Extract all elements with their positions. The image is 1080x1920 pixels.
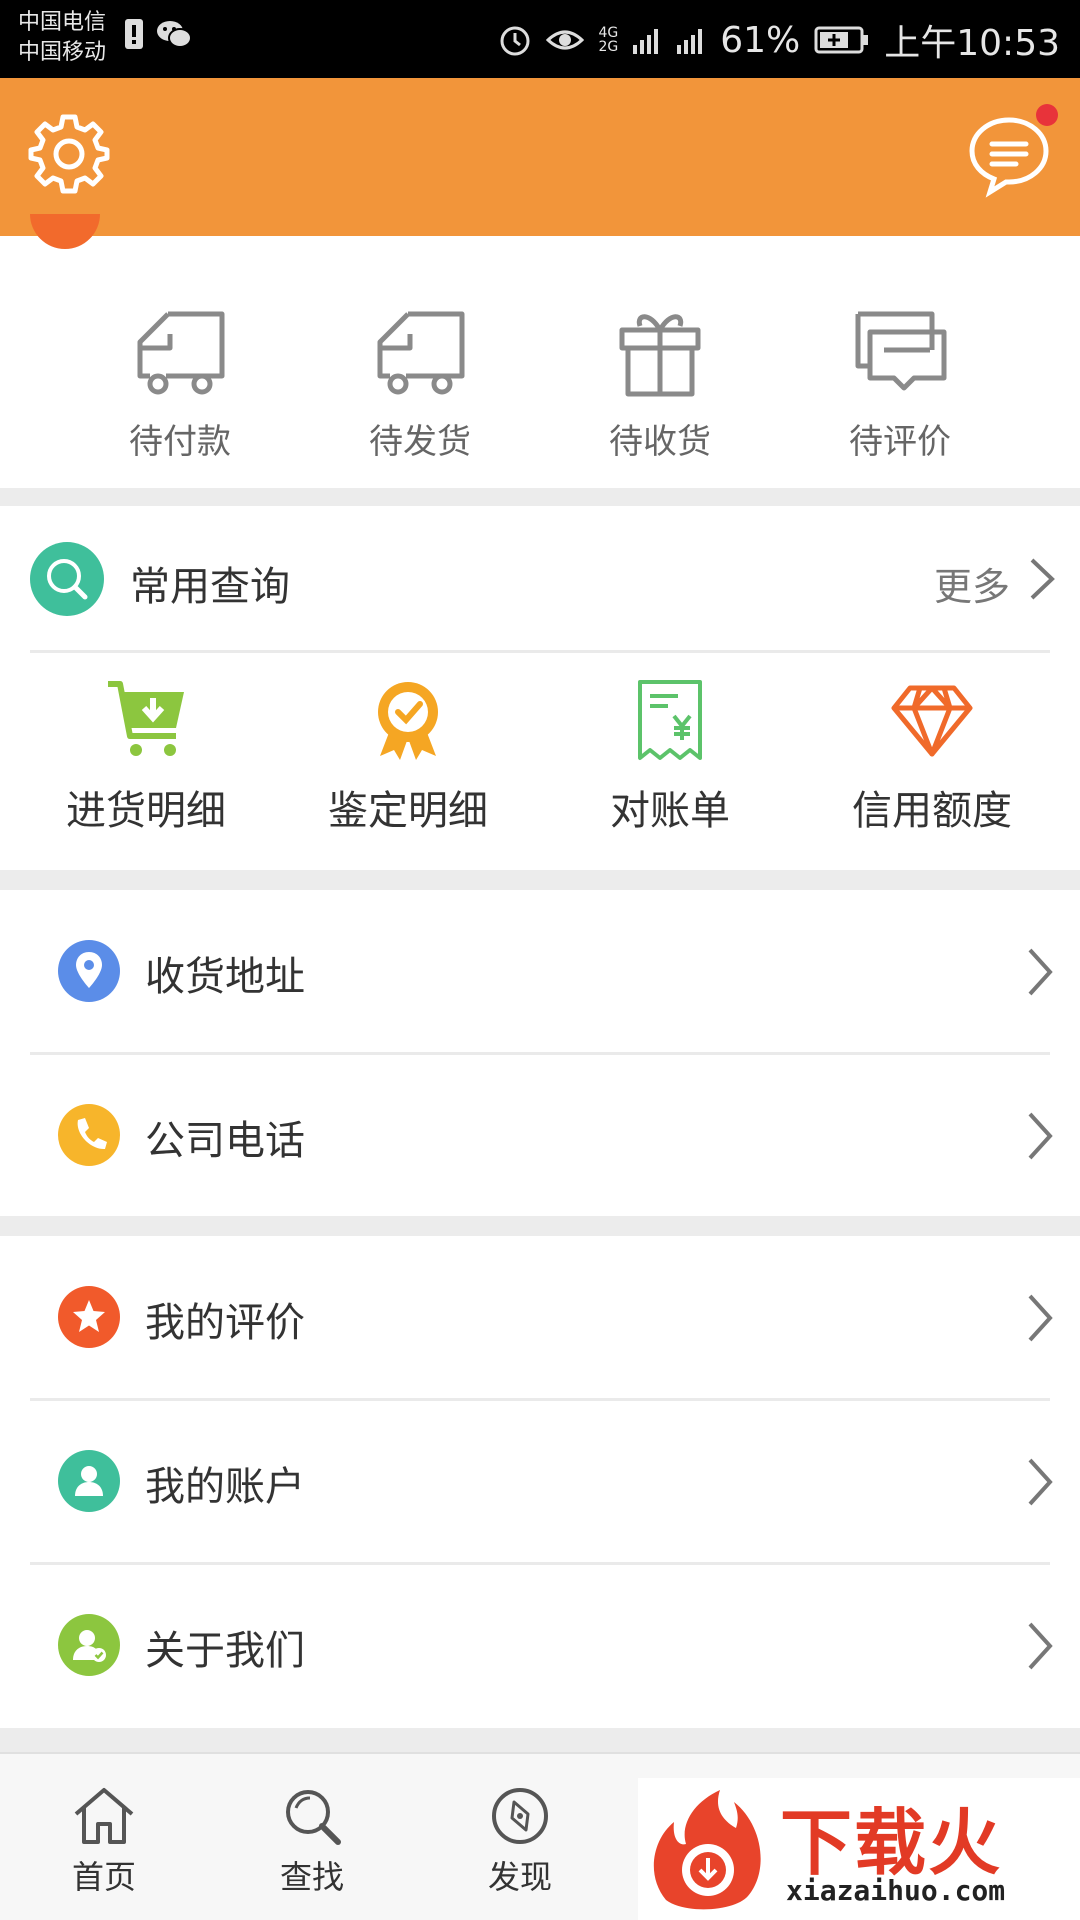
query-credit-limit[interactable]: 信用额度 [801,678,1063,836]
chevron-right-icon [1028,1458,1053,1506]
search-icon [47,559,88,600]
notification-icons [124,18,192,50]
order-label: 待发货 [369,422,471,462]
search-badge [30,542,104,616]
list-item-label: 我的评价 [145,1300,305,1346]
chevron-right-icon [1028,1294,1053,1342]
order-label: 待收货 [609,422,711,462]
network-type: 4G 2G [598,26,618,54]
list-item-about-us[interactable]: 关于我们 [0,1564,1080,1726]
nav-label: 首页 [71,1858,136,1896]
list-item-address[interactable]: 收货地址 [0,890,1080,1052]
nav-search[interactable]: 查找 [252,1784,372,1898]
common-queries-card: 常用查询 更多 进货明细 鉴定明细 对账单 信用额度 [0,506,1080,870]
divider [30,650,1050,653]
search-icon [286,1790,341,1845]
address-phone-section: 收货地址 公司电话 [0,890,1080,1216]
chevron-right-icon [1028,1622,1053,1670]
query-label: 鉴定明细 [328,788,488,834]
order-label: 待评价 [849,422,951,462]
user-check-icon [58,1614,120,1676]
nav-home[interactable]: 首页 [44,1784,164,1898]
queries-row: 进货明细 鉴定明细 对账单 信用额度 [0,678,1080,836]
order-pending-receipt[interactable]: 待收货 [540,304,780,463]
status-bar: 中国电信 中国移动 4G 2G 61% 上午10:53 [0,0,1080,78]
gear-icon[interactable] [28,112,110,194]
order-label: 待付款 [129,422,231,462]
eye-icon [546,30,585,50]
list-item-my-reviews[interactable]: 我的评价 [0,1236,1080,1398]
query-label: 信用额度 [852,788,1012,834]
chevron-right-icon [1028,1112,1053,1160]
query-statement[interactable]: 对账单 [539,678,801,836]
status-right: 4G 2G 61% 上午10:53 [498,14,1060,66]
user-icon [58,1450,120,1512]
app-header [0,78,1080,236]
query-label: 进货明细 [66,788,226,834]
signal-icon [633,29,659,54]
query-purchase-details[interactable]: 进货明细 [15,678,277,836]
order-status-row: 待付款 待发货 待收货 待评价 [0,304,1080,463]
queries-header[interactable]: 常用查询 更多 [0,506,1080,650]
more-link[interactable]: 更多 [934,556,1010,611]
chevron-right-icon [1030,558,1055,600]
comment-icon [855,311,947,391]
clock: 上午10:53 [884,23,1060,64]
avatar [30,214,100,249]
net-label-2: 2G [598,39,619,55]
list-item-label: 公司电话 [145,1118,305,1164]
receipt-icon [638,680,702,760]
carrier-1: 中国电信 [18,10,107,35]
cart-download-icon [108,681,184,756]
compass-icon [492,1788,548,1844]
flame-logo-icon [653,1790,761,1910]
chevron-right-icon [1028,948,1053,996]
list-item-label: 收货地址 [145,954,305,1000]
diamond-icon [891,685,973,757]
truck-icon [377,311,465,395]
badge-check-icon [378,682,438,760]
battery-icon [814,26,869,54]
carrier-2: 中国移动 [18,40,107,65]
notification-badge [1036,104,1058,126]
signal-icon-2 [677,29,703,54]
alarm-icon [500,26,530,56]
sim-alert-icon [125,19,143,49]
gift-box-icon [619,314,701,397]
query-label: 对账单 [610,788,730,834]
nav-label: 发现 [487,1858,552,1896]
order-pending-shipment[interactable]: 待发货 [300,304,540,463]
query-appraisal-details[interactable]: 鉴定明细 [277,678,539,836]
queries-title: 常用查询 [130,564,290,610]
wechat-icon [157,21,192,48]
list-item-my-account[interactable]: 我的账户 [0,1400,1080,1562]
order-pending-payment[interactable]: 待付款 [60,304,300,463]
battery-percent: 61% [720,19,801,61]
location-pin-icon [58,940,120,1002]
order-pending-review[interactable]: 待评价 [780,304,1020,463]
list-item-company-phone[interactable]: 公司电话 [0,1054,1080,1216]
order-status-card: 待付款 待发货 待收货 待评价 [0,214,1080,488]
home-icon [74,1788,134,1844]
carrier-info: 中国电信 中国移动 [18,8,106,68]
nav-label: 查找 [279,1858,344,1896]
watermark-url: xiazaihuo.com [786,1874,1006,1907]
truck-icon [137,311,225,395]
list-item-label: 我的账户 [145,1464,305,1510]
chat-bubble-icon[interactable] [966,112,1052,198]
list-item-label: 关于我们 [145,1628,305,1674]
star-icon [58,1286,120,1348]
watermark-logo: 下载火 xiazaihuo.com [638,1778,1080,1920]
account-section: 我的评价 我的账户 关于我们 [0,1236,1080,1728]
phone-icon [58,1104,120,1166]
nav-discover[interactable]: 发现 [460,1784,580,1898]
